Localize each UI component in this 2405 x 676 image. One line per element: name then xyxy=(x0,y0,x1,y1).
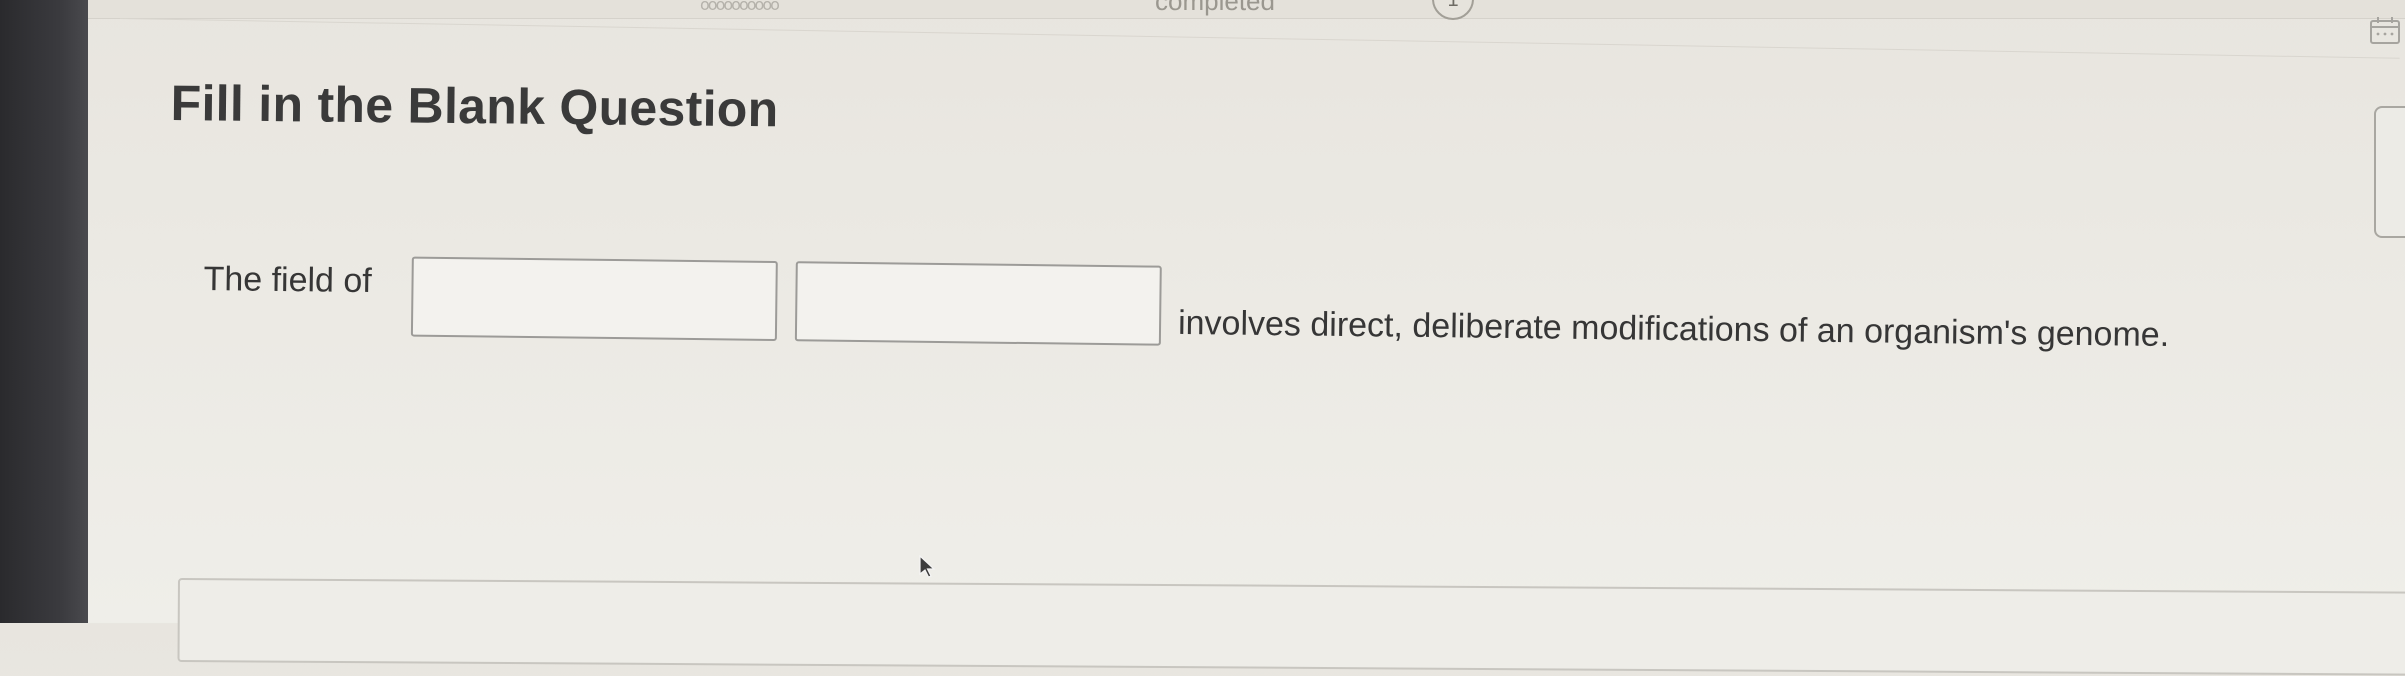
question-prefix-text: The field of xyxy=(203,259,373,301)
question-suffix-text: involves direct, deliberate modification… xyxy=(1177,303,2170,355)
completed-label: completed xyxy=(1155,0,1275,16)
blank-input-2[interactable] xyxy=(794,261,1162,346)
side-panel-toggle[interactable] xyxy=(2374,106,2405,238)
blank-input-1[interactable] xyxy=(410,256,778,342)
progress-dots: oooooooooo xyxy=(700,0,780,14)
calendar-icon[interactable] xyxy=(2370,16,2400,44)
page-title: Fill in the Blank Question xyxy=(170,74,779,138)
answer-area-box xyxy=(177,578,2405,676)
screen-bezel xyxy=(0,0,88,623)
fill-in-blank-question: The field of involves direct, deliberate… xyxy=(202,244,2303,400)
mouse-pointer-icon xyxy=(919,555,936,578)
header-divider xyxy=(119,18,2400,59)
